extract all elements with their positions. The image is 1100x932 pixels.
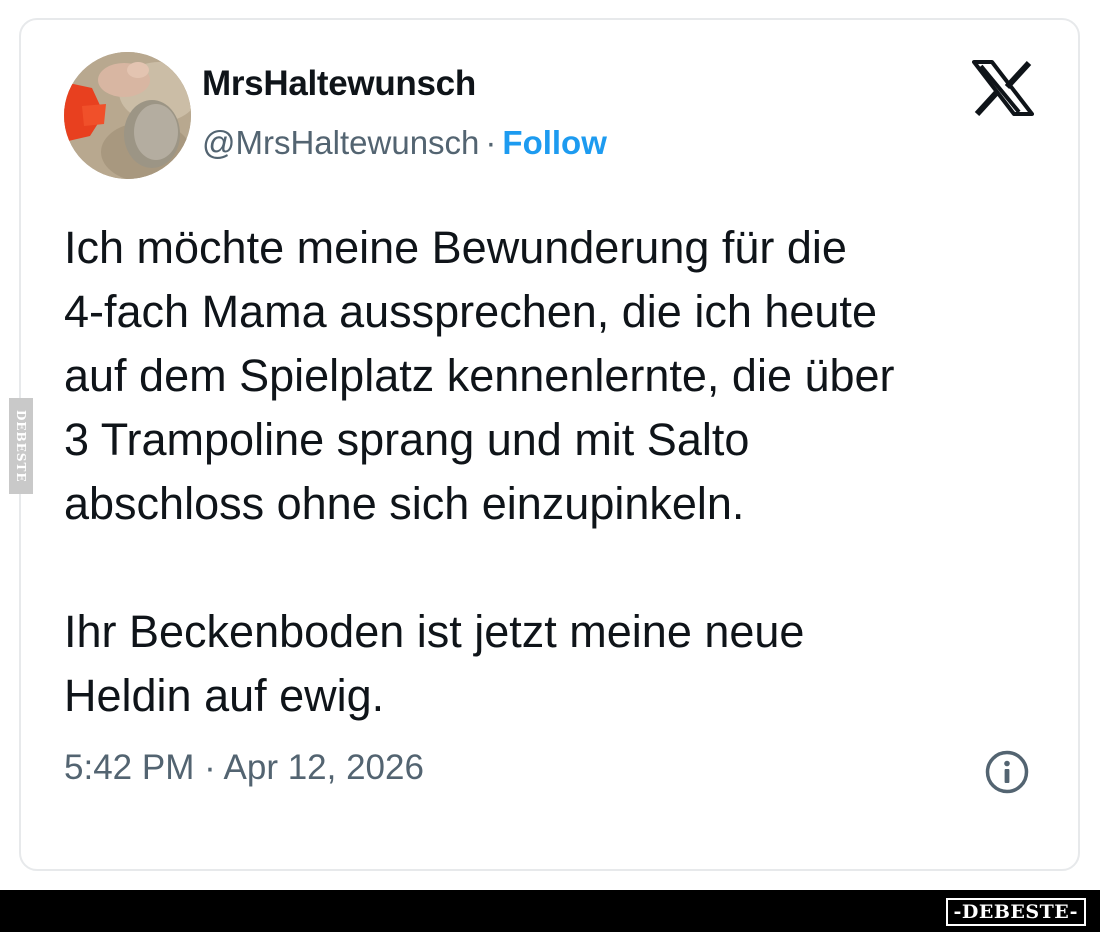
bottom-bar: -DEBESTE- xyxy=(0,890,1100,932)
follow-button[interactable]: Follow xyxy=(502,124,606,161)
handle-separator: · xyxy=(485,124,497,161)
tweet-timestamp[interactable]: 5:42 PM · Apr 12, 2026 xyxy=(64,748,424,788)
tweet-text: Ich möchte meine Bewunderung für die 4-f… xyxy=(64,222,895,721)
handle[interactable]: @MrsHaltewunsch xyxy=(202,124,479,161)
display-name[interactable]: MrsHaltewunsch xyxy=(202,64,476,104)
x-logo-icon[interactable] xyxy=(972,60,1034,117)
handle-row: @MrsHaltewunsch · Follow xyxy=(202,124,607,162)
avatar-image xyxy=(64,52,191,179)
brand-watermark: -DEBESTE- xyxy=(945,898,1086,926)
page: MrsHaltewunsch @MrsHaltewunsch · Follow Ic… xyxy=(0,0,1100,932)
info-icon[interactable] xyxy=(984,749,1030,795)
avatar[interactable] xyxy=(64,52,191,179)
side-watermark: DEBESTE xyxy=(9,398,33,494)
